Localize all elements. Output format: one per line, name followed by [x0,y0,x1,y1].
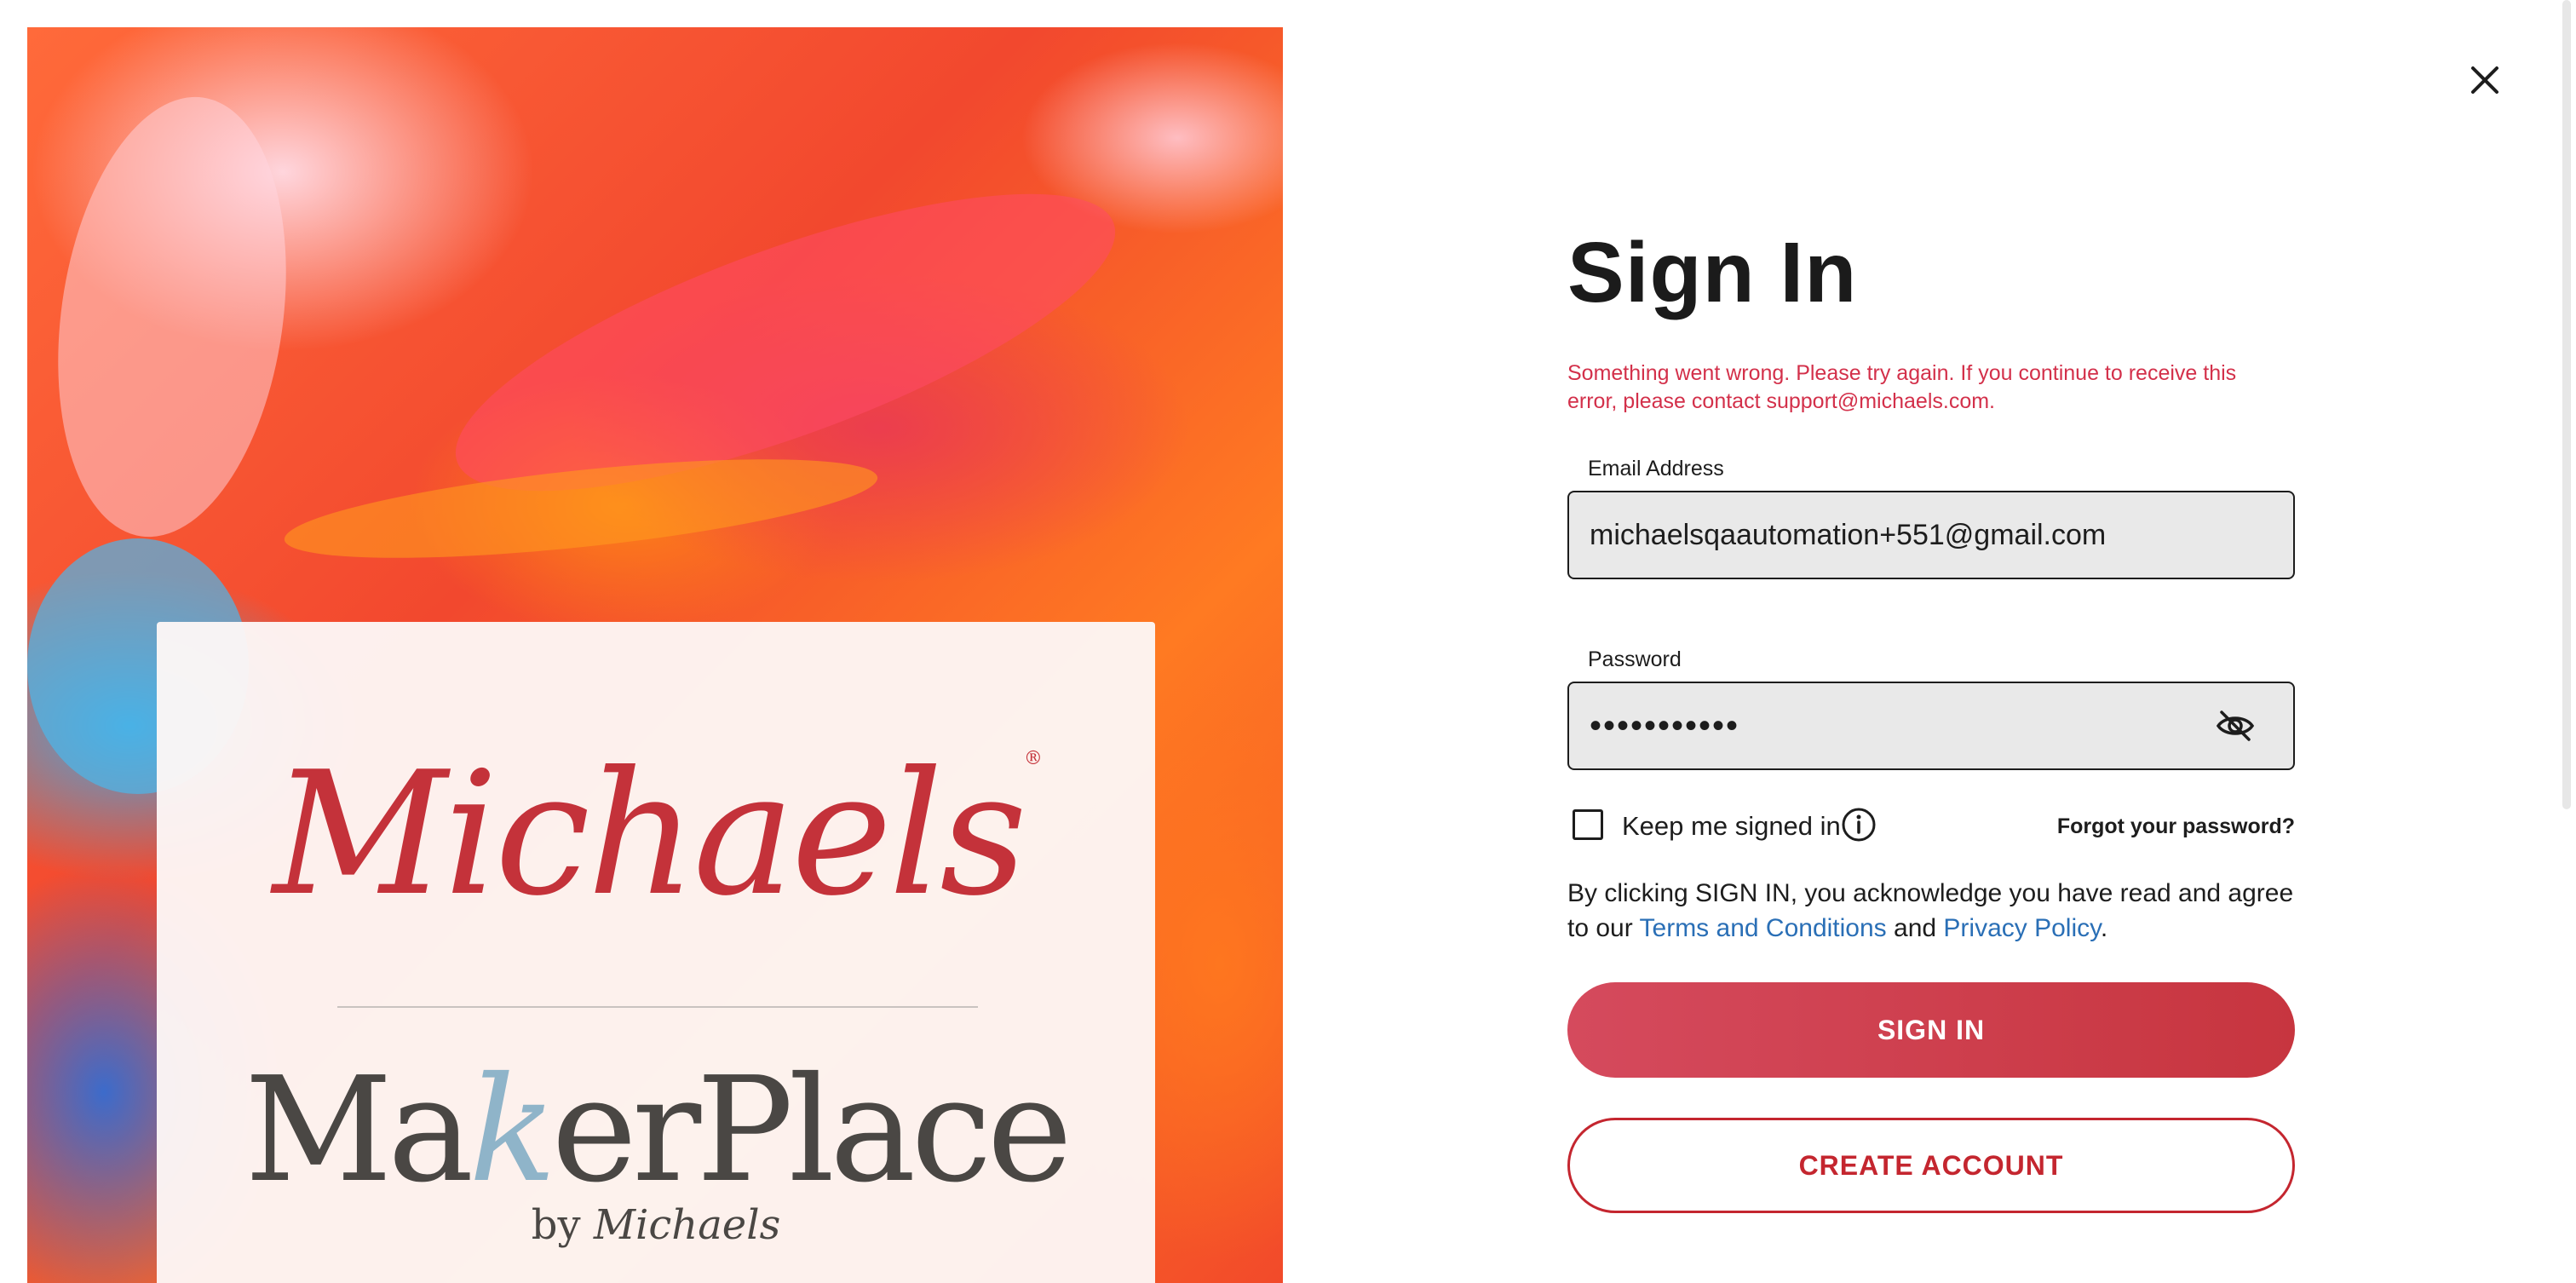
makerplace-logo-part: Ma [244,1046,474,1215]
scrollbar[interactable] [2562,0,2571,809]
makerplace-byline: by Michaels [157,1201,1155,1249]
terms-link[interactable]: Terms and Conditions [1640,914,1887,942]
email-label: Email Address [1588,457,1724,480]
keep-signed-in-label[interactable]: Keep me signed in [1622,811,1841,842]
error-message: Something went wrong. Please try again. … [1567,361,2237,413]
password-label: Password [1588,647,1682,671]
michaels-logo: Michaels® [157,750,1155,920]
makerplace-logo-part: erPlace [551,1046,1072,1215]
agreement-and: and [1886,914,1944,942]
byline-by: by [531,1201,581,1249]
keep-signed-in-row: Keep me signed in Forgot your password? [1567,803,2295,847]
hero-image: Michaels® MakerPlace by Michaels [27,27,1283,1283]
keep-signed-in-checkbox[interactable] [1573,809,1603,840]
makerplace-logo: MakerPlace [157,1058,1155,1203]
forgot-password-link[interactable]: Forgot your password? [2057,814,2295,839]
michaels-logo-text: Michaels [273,735,1027,934]
close-icon [2471,66,2498,94]
email-field[interactable]: michaelsqaautomation+551@gmail.com [1567,491,2295,579]
sign-in-button[interactable]: SIGN IN [1567,982,2295,1078]
eye-slash-icon[interactable] [2215,705,2256,746]
agreement-suffix: . [2100,914,2108,942]
paint-stroke [32,82,313,552]
close-button[interactable] [2466,61,2504,99]
sign-in-form: Sign In Something went wrong. Please try… [1567,225,2295,1213]
logo-divider [337,1006,978,1008]
byline-brand: Michaels [593,1201,781,1249]
password-value: ••••••••••• [1590,706,1740,745]
privacy-link[interactable]: Privacy Policy [1943,914,2100,942]
create-account-button[interactable]: CREATE ACCOUNT [1567,1118,2295,1213]
info-icon[interactable] [1840,806,1877,843]
logo-card: Michaels® MakerPlace by Michaels [157,622,1155,1283]
registered-mark: ® [1023,748,1043,769]
password-field[interactable]: ••••••••••• [1567,682,2295,770]
agreement-text: By clicking SIGN IN, you acknowledge you… [1567,876,2295,946]
makerplace-logo-k: k [469,1046,556,1215]
email-value: michaelsqaautomation+551@gmail.com [1590,518,2107,551]
page-title: Sign In [1567,225,1858,320]
